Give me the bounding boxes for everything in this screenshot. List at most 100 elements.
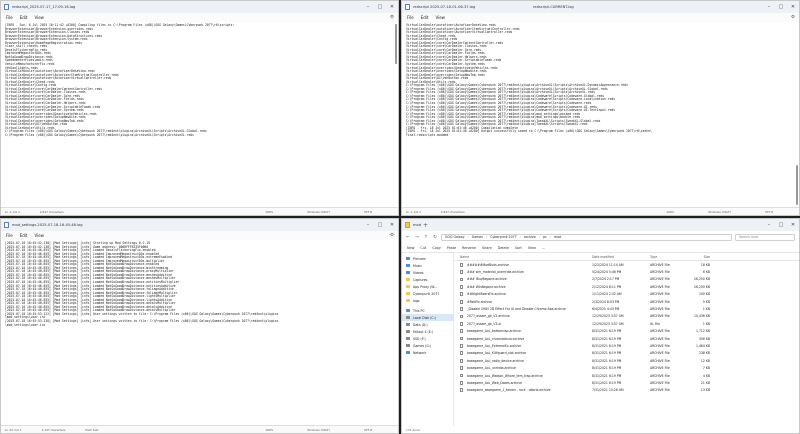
menu-view[interactable]: View [34,233,44,238]
forward-arrow-icon[interactable]: → [414,235,420,240]
gear-icon[interactable]: ⚙ [390,233,394,238]
menu-edit[interactable]: Edit [421,15,429,20]
search-input[interactable]: Search mod [735,233,795,241]
close-icon[interactable]: ✕ [787,219,799,231]
minimize-icon[interactable]: – [362,219,374,231]
nav-item[interactable]: Pictures [402,255,453,262]
file-row[interactable]: basegame_AxL_chromaticcar.archive 8/31/20… [454,335,799,342]
file-row[interactable]: ### iBuyBegone.archive 2/7/2024 2:17 PM AR… [454,276,799,283]
vertical-scrollbar[interactable] [796,165,798,205]
new-tab-icon[interactable]: + [423,222,428,229]
text-editor[interactable]: VirtualCarDealer\autofixer\AutofixerData… [402,22,799,207]
close-icon[interactable]: ✕ [386,1,398,13]
title-bar[interactable]: mod + – □ ✕ [402,219,799,231]
nav-item[interactable]: App Proxy (W... [402,283,453,290]
menu-edit[interactable]: Edit [20,233,28,238]
maximize-icon[interactable]: □ [775,1,787,13]
command-view-button[interactable]: View [528,246,536,250]
command-rename-button[interactable]: Rename [462,246,476,250]
command-cut-button[interactable]: Cut [420,246,426,250]
close-icon[interactable]: ✕ [386,219,398,231]
file-row[interactable]: 2077_assam_gk_V2.archive 12/29/2023 3:57 … [454,313,799,320]
minimize-icon[interactable]: – [362,1,374,13]
tab-title[interactable]: mod [413,223,421,227]
tab-title[interactable]: redscript_2025-07-17_17-09-16.log [12,5,362,9]
file-explorer-window[interactable]: mod + – □ ✕ ← → ↑ ↻ GOG Galaxy › Games › Cyb… [401,218,800,434]
command-share-button[interactable]: Share [482,246,492,250]
nav-item[interactable]: This PC [402,307,453,314]
menu-file[interactable]: File [6,233,13,238]
vertical-scrollbar[interactable] [395,24,397,64]
command-sort-button[interactable]: Sort [515,246,522,250]
column-date-modified[interactable]: Date modified [592,255,650,259]
maximize-icon[interactable]: □ [374,1,386,13]
file-row[interactable]: basegame_AxL_ExtremeEx.archive 8/31/2021 … [454,342,799,349]
maximize-icon[interactable]: □ [374,219,386,231]
close-icon[interactable]: ✕ [787,1,799,13]
file-row[interactable]: ### Win8egone.archive 2/12/2024 8:11 PM AR… [454,283,799,290]
column-name[interactable]: Name [460,255,592,259]
title-bar[interactable]: mod_settings-2025-07-18-16-45-46.log – □… [1,219,398,231]
nav-item[interactable]: Fallout 4 (E:) [402,328,453,335]
file-row[interactable]: basegame_AxL_bottomvsp.archive 8/31/2021 … [454,328,799,335]
file-row[interactable]: 2077_assam_gk_V3.xl 12/29/2023 3:57 AM XL … [454,320,799,327]
file-row[interactable]: basegame_AxL_Web_Doxes.archive 8/31/2021 … [454,379,799,386]
menu-view[interactable]: View [34,15,44,20]
file-row[interactable]: basegame_AxL_Killfguard_slot.archive 8/31… [454,350,799,357]
back-arrow-icon[interactable]: ← [405,235,411,240]
nav-item[interactable]: Local Disk (C:) [402,314,453,321]
menu-edit[interactable]: Edit [20,15,28,20]
notepad-window-redscript-log[interactable]: redscript_2025-07-17_17-09-16.log – □ ✕ … [0,0,399,216]
nav-item[interactable]: SSD (F:) [402,335,453,342]
tab-title-secondary[interactable]: redscript 2025-07-18-01-06-37.log [413,5,533,9]
breadcrumb-item[interactable]: mod [554,235,561,239]
command-new-button[interactable]: New [407,246,414,250]
breadcrumb-item[interactable]: pc [543,235,547,239]
up-arrow-icon[interactable]: ↑ [423,235,429,240]
file-row[interactable]: basegame_AxL_Watson_Whore_tem_trap.archi… [454,372,799,379]
file-row[interactable]: _Disable ONLY 2D Effect For UI and Disab… [454,305,799,312]
command-copy-button[interactable]: Copy [432,246,441,250]
maximize-icon[interactable]: □ [775,219,787,231]
file-row[interactable]: ######ModBuds.archive 1/22/2024 11:14 AM A… [454,261,799,268]
file-row[interactable]: #RedFix.archive 2/3/2024 8:03 PM ARCHIVE F… [454,298,799,305]
text-editor[interactable]: [2025-07-18 16:45:42.138] [Mod Settings]… [1,240,398,425]
nav-item[interactable]: Network [402,349,453,356]
nav-item[interactable]: Videos [402,269,453,276]
minimize-icon[interactable]: – [763,1,775,13]
file-row[interactable]: ##NightBearsFix.archive 1/11/2024 2:32 AM… [454,291,799,298]
nav-item[interactable]: Cyberpunk 2077 [402,290,453,297]
title-bar[interactable]: redscript 2025-07-18-01-06-37.log redscr… [402,1,799,13]
notepad-window-mod-settings-log[interactable]: mod_settings-2025-07-18-16-45-46.log – □… [0,218,399,434]
breadcrumb-item[interactable]: archive [524,235,536,239]
menu-file[interactable]: File [6,15,13,20]
command--button[interactable]: ... [542,246,545,250]
command-paste-button[interactable]: Paste [447,246,456,250]
file-row[interactable]: basegame_AxL_unmdia.archive 8/31/2021 6:1… [454,364,799,371]
tab-title[interactable]: mod_settings-2025-07-18-16-45-46.log [12,223,362,227]
text-editor[interactable]: [INFO - Sun, 6 Jul 2025 16:11:42 +0200] … [1,22,398,207]
title-bar[interactable]: redscript_2025-07-17_17-09-16.log – □ ✕ [1,1,398,13]
refresh-icon[interactable]: ↻ [432,235,438,240]
nav-item[interactable]: Data (D:) [402,321,453,328]
file-row[interactable]: basegame_AxL_radio_device.archive 8/31/20… [454,357,799,364]
nav-item[interactable]: logs [402,297,453,304]
minimize-icon[interactable]: – [763,219,775,231]
nav-item[interactable]: Music [402,262,453,269]
nav-item[interactable]: Games (G:) [402,342,453,349]
column-type[interactable]: Type [650,255,688,259]
command-delete-button[interactable]: Delete [498,246,509,250]
file-row[interactable]: ### sim_material_overrride.archive 5/24/2… [454,268,799,275]
column-size[interactable]: Size [688,255,710,259]
menu-view[interactable]: View [435,15,445,20]
breadcrumb-item[interactable]: GOG Galaxy [445,235,465,239]
notepad-window-redscript-current[interactable]: redscript 2025-07-18-01-06-37.log redscr… [401,0,800,216]
tab-title[interactable]: redscript-CURRENT.log [533,5,763,9]
nav-item[interactable]: Captures [402,276,453,283]
gear-icon[interactable]: ⚙ [791,15,795,20]
breadcrumb-item[interactable]: Games [472,235,483,239]
gear-icon[interactable]: ⚙ [390,15,394,20]
address-bar[interactable]: GOG Galaxy › Games › Cyberpunk 2077 › archive ›… [441,233,732,241]
file-row[interactable]: basegame_basegame_1_tamen - rock - debri… [454,387,799,394]
menu-file[interactable]: File [407,15,414,20]
